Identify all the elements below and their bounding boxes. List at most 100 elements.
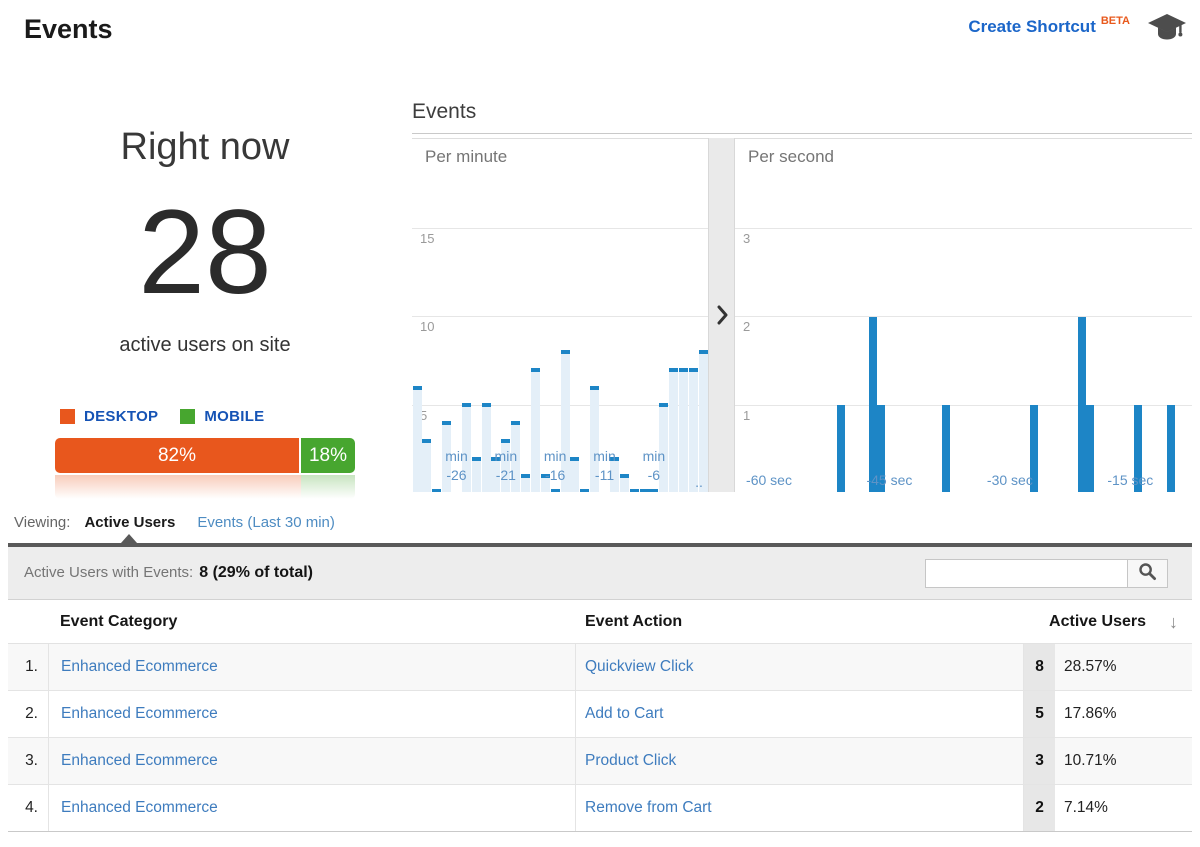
bar-cap xyxy=(590,386,599,390)
bar-cap xyxy=(689,368,698,372)
x-tick-line1: min xyxy=(434,447,478,466)
event-category-link[interactable]: Enhanced Ecommerce xyxy=(61,799,218,816)
search-button[interactable] xyxy=(1127,559,1168,588)
per-minute-bar xyxy=(649,489,658,492)
mobile-swatch-icon xyxy=(180,409,195,424)
chart-region: Per minute 51015 min-26min-21min-16min-1… xyxy=(412,138,1192,492)
per-minute-bar xyxy=(422,439,431,492)
table-row: 2.Enhanced EcommerceAdd to Cart517.86% xyxy=(8,691,1192,738)
x-axis-tick: -30 sec xyxy=(970,471,1050,490)
per-minute-bar xyxy=(640,489,649,492)
per-second-bar xyxy=(837,405,845,492)
bar-cap xyxy=(422,439,431,443)
bar-cap xyxy=(501,439,510,443)
bar-cap xyxy=(659,403,668,407)
row-rank: 2. xyxy=(8,691,38,737)
gridline xyxy=(735,316,1192,317)
chart-title-divider xyxy=(412,133,1192,134)
gridline xyxy=(735,228,1192,229)
x-tick-line2: -6 xyxy=(632,466,676,485)
search-input[interactable] xyxy=(925,559,1128,588)
cell-active-users: 2 xyxy=(1024,785,1055,831)
x-axis-tick: min-6 xyxy=(632,447,676,485)
per-minute-label: Per minute xyxy=(425,147,507,167)
header-event-category[interactable]: Event Category xyxy=(60,600,177,644)
per-second-bar xyxy=(1078,317,1086,492)
events-table: Event Category Event Action Active Users… xyxy=(8,600,1192,832)
y-axis-tick: 15 xyxy=(420,231,434,246)
reflection-mobile xyxy=(301,475,355,499)
x-tick-line1: min xyxy=(632,447,676,466)
cell-active-users: 3 xyxy=(1024,738,1055,784)
gridline xyxy=(412,316,708,317)
event-category-link[interactable]: Enhanced Ecommerce xyxy=(61,705,218,722)
y-axis-tick: 1 xyxy=(743,408,750,423)
header-event-action[interactable]: Event Action xyxy=(585,600,682,644)
split-bar-reflection xyxy=(55,475,355,499)
per-minute-chart: Per minute 51015 min-26min-21min-16min-1… xyxy=(412,138,708,492)
legend-item-mobile: MOBILE xyxy=(180,408,264,425)
split-mobile: 18% xyxy=(301,438,355,473)
event-action-link[interactable]: Product Click xyxy=(585,752,676,769)
summary-value: 8 (29% of total) xyxy=(199,564,313,581)
x-axis-tick: -15 sec xyxy=(1090,471,1170,490)
per-second-label: Per second xyxy=(748,147,834,167)
cell-event-category: Enhanced Ecommerce xyxy=(48,738,576,784)
x-axis-tick: -45 sec xyxy=(849,471,929,490)
x-tick-line2: -26 xyxy=(434,466,478,485)
x-axis-tick: min-26 xyxy=(434,447,478,485)
legend-item-desktop: DESKTOP xyxy=(60,408,158,425)
event-category-link[interactable]: Enhanced Ecommerce xyxy=(61,658,218,675)
cell-percent: 7.14% xyxy=(1064,785,1108,831)
tab-events-last-30-min[interactable]: Events (Last 30 min) xyxy=(197,514,335,531)
per-second-bar xyxy=(869,317,877,492)
cell-event-action: Product Click xyxy=(576,738,1024,784)
event-action-link[interactable]: Add to Cart xyxy=(585,705,663,722)
right-now-title: Right now xyxy=(24,126,386,169)
per-second-bar xyxy=(942,405,950,492)
bar-cap xyxy=(482,403,491,407)
cell-event-action: Quickview Click xyxy=(576,644,1024,690)
header-active-users[interactable]: Active Users xyxy=(1049,600,1146,644)
header-actions: Create Shortcut BETA xyxy=(968,12,1188,48)
split-desktop: 82% xyxy=(55,438,301,473)
cell-active-users: 8 xyxy=(1024,644,1055,690)
active-users-subtitle: active users on site xyxy=(24,334,386,357)
chart-section-title: Events xyxy=(412,100,1192,124)
per-minute-bar xyxy=(413,386,422,492)
viewing-switcher: Viewing: Active Users Events (Last 30 mi… xyxy=(14,514,335,531)
summary-text: Active Users with Events:8 (29% of total… xyxy=(24,547,313,599)
legend-label: DESKTOP xyxy=(84,408,158,425)
event-action-link[interactable]: Remove from Cart xyxy=(585,799,712,816)
table-header-row: Event Category Event Action Active Users… xyxy=(8,600,1192,644)
x-tick-line2: -11 xyxy=(583,466,627,485)
bar-cap xyxy=(669,368,678,372)
graduation-cap-icon[interactable] xyxy=(1146,12,1188,48)
bar-cap xyxy=(413,386,422,390)
chart-panel-resizer[interactable] xyxy=(708,138,735,492)
x-axis-tick: min-11 xyxy=(583,447,627,485)
cell-active-users: 5 xyxy=(1024,691,1055,737)
x-axis-tick: min-21 xyxy=(484,447,528,485)
device-split-bar: 82% 18% xyxy=(55,438,355,473)
cell-event-action: Add to Cart xyxy=(576,691,1024,737)
sort-descending-icon[interactable]: ↓ xyxy=(1169,600,1178,644)
tab-active-users[interactable]: Active Users xyxy=(84,514,175,531)
cell-event-action: Remove from Cart xyxy=(576,785,1024,831)
bar-cap xyxy=(442,421,451,425)
event-action-link[interactable]: Quickview Click xyxy=(585,658,694,675)
x-axis-tick: min-16 xyxy=(533,447,577,485)
search-icon xyxy=(1138,562,1157,586)
event-category-link[interactable]: Enhanced Ecommerce xyxy=(61,752,218,769)
bar-cap xyxy=(679,368,688,372)
realtime-events-page: Events Create Shortcut BETA Right now 28… xyxy=(0,0,1200,847)
events-chart-section: Events Per minute 51015 min-26min-21min-… xyxy=(412,100,1192,124)
create-shortcut-link[interactable]: Create Shortcut xyxy=(968,17,1096,37)
active-tab-pointer xyxy=(121,534,137,543)
table-row: 1.Enhanced EcommerceQuickview Click828.5… xyxy=(8,644,1192,691)
reflection-desktop xyxy=(55,475,301,499)
legend-label: MOBILE xyxy=(204,408,264,425)
row-rank: 1. xyxy=(8,644,38,690)
right-now-panel: Right now 28 active users on site DESKTO… xyxy=(24,0,386,520)
per-second-chart: Per second 123 -60 sec-45 sec-30 sec-15 … xyxy=(735,138,1192,492)
